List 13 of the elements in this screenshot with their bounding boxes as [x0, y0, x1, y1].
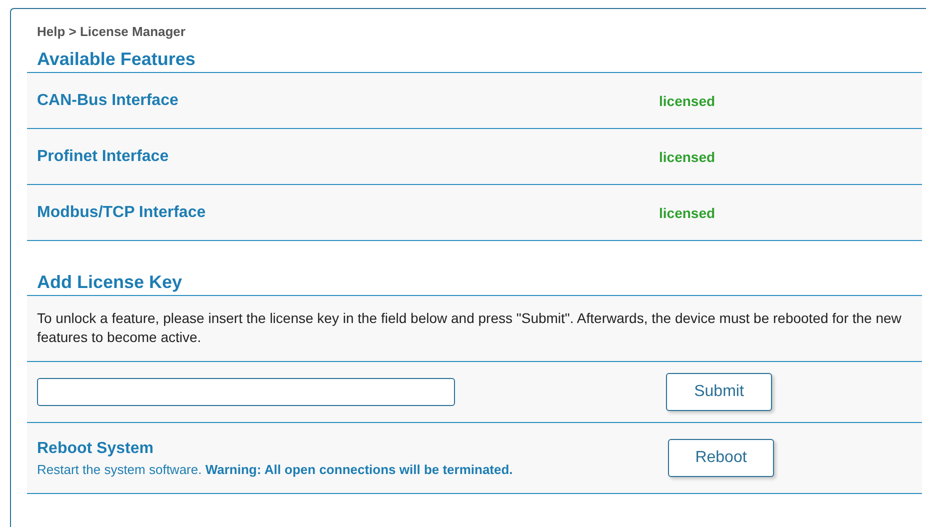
instructions-text: To unlock a feature, please insert the license key in the field below and press "Submit". Afterwards, the device must be rebooted for the new features to become active.	[27, 296, 922, 362]
license-status: licensed	[659, 148, 716, 164]
reboot-title: Reboot System	[37, 440, 154, 458]
reboot-button[interactable]: Reboot	[668, 439, 774, 477]
breadcrumb: Help > License Manager	[36, 23, 186, 41]
license-status: licensed	[659, 204, 716, 220]
feature-name: CAN-Bus Interface	[37, 92, 180, 110]
feature-name: Modbus/TCP Interface	[37, 204, 207, 222]
feature-name: Profinet Interface	[37, 148, 170, 166]
license-key-field[interactable]	[37, 378, 455, 406]
submit-button[interactable]: Submit	[666, 373, 772, 411]
reboot-description: Restart the system software. Warning: All open connections will be terminated.	[37, 462, 514, 476]
license-status: licensed	[659, 92, 716, 108]
